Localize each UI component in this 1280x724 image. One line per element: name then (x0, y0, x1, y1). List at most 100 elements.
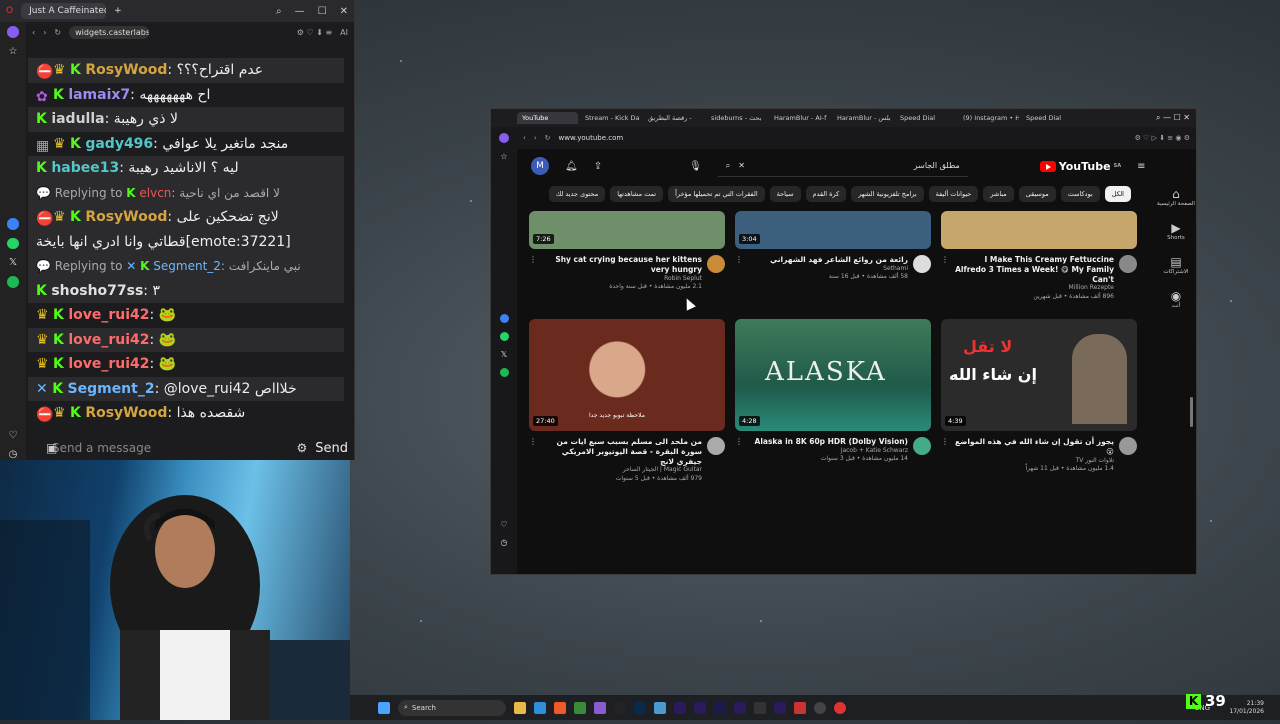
more-options-icon[interactable]: ⋮ (941, 437, 949, 473)
clock[interactable]: 21:39 17/01/2026 (1229, 700, 1264, 714)
video-card[interactable]: ALASKA 4:28 Alaska in 8K 60p HDR (Dolby … (735, 319, 931, 483)
messenger-icon[interactable] (7, 218, 19, 230)
forward-icon[interactable]: › (43, 28, 46, 37)
video-thumbnail[interactable] (941, 211, 1137, 249)
heart-icon[interactable]: ♡ (500, 520, 507, 529)
video-thumbnail[interactable]: ملاحظة تبوبو جديد جدا 27:40 (529, 319, 725, 432)
channel-avatar[interactable] (1119, 437, 1137, 456)
settings-icon[interactable]: ⚙ (296, 441, 307, 455)
chip[interactable]: برامج تلفزيونية الشهر (851, 186, 924, 202)
channel-name[interactable]: Sethami (748, 265, 908, 273)
tab[interactable]: Speed Dial (1021, 112, 1082, 124)
x-icon[interactable]: 𝕏 (501, 350, 507, 359)
opera-icon[interactable] (794, 701, 806, 714)
video-card[interactable]: 7:26 Shy cat crying because her kittens … (529, 211, 725, 301)
whatsapp-icon[interactable] (499, 332, 509, 341)
chip[interactable]: حيوانات أليفة (928, 186, 979, 202)
forward-icon[interactable]: › (534, 134, 537, 142)
star-icon[interactable]: ☆ (500, 152, 507, 161)
ai-button[interactable]: AI (340, 28, 348, 37)
tab-youtube[interactable]: YouTube (517, 112, 578, 124)
more-options-icon[interactable]: ⋮ (529, 255, 537, 291)
chip[interactable]: بودكاست (1060, 186, 1100, 202)
voice-search-icon[interactable]: 🎙︎ (689, 161, 702, 172)
tab[interactable]: HaramBlur - بلس (832, 112, 893, 124)
chat-input[interactable]: Send a message (30, 441, 288, 455)
tab[interactable]: sideburns - بحث (706, 112, 767, 124)
history-icon[interactable]: ◷ (501, 538, 508, 547)
chip[interactable]: مباشر (983, 186, 1014, 202)
channel-name[interactable]: تلاوات النور TV (954, 457, 1114, 465)
chip[interactable]: تمت مشاهدتها (610, 186, 664, 202)
video-thumbnail[interactable]: 3:04 (735, 211, 931, 249)
history-icon[interactable]: ◷ (9, 449, 18, 460)
video-title[interactable]: يجوز أن تقول إن شاء الله في هذه المواضع … (954, 437, 1114, 457)
star-icon[interactable]: ☆ (9, 46, 18, 57)
scrollbar[interactable] (1190, 397, 1193, 427)
chip[interactable]: كرة القدم (805, 186, 847, 202)
video-title[interactable]: Shy cat crying because her kittens very … (542, 255, 702, 275)
obs-icon[interactable] (814, 701, 826, 714)
chip[interactable]: موسيقى (1018, 186, 1056, 202)
channel-avatar[interactable] (707, 437, 725, 456)
app-icon[interactable] (834, 701, 846, 714)
aria-icon[interactable] (7, 26, 19, 38)
media-encoder-icon[interactable] (714, 701, 726, 714)
video-title[interactable]: Alaska in 8K 60p HDR (Dolby Vision) (748, 437, 908, 447)
chip[interactable]: محتوى جديد لك (548, 186, 606, 202)
brave-icon[interactable] (554, 701, 566, 714)
tab[interactable]: (9) Instagram • H (958, 112, 1019, 124)
video-card[interactable]: لا تقل إن شاء الله 4:39 يجوز أن تقول إن … (941, 319, 1137, 483)
youtube-logo[interactable]: YouTube SA (1039, 160, 1121, 173)
messenger-icon[interactable] (499, 314, 509, 323)
channel-avatar[interactable] (1119, 255, 1137, 273)
video-thumbnail[interactable]: ALASKA 4:28 (735, 319, 931, 432)
video-card[interactable]: I Make This Creamy Fettuccine Alfredo 3 … (941, 211, 1137, 301)
twitch-icon[interactable]: ▣ (46, 441, 57, 455)
minimize-icon[interactable]: — (295, 6, 305, 17)
video-title[interactable]: I Make This Creamy Fettuccine Alfredo 3 … (954, 255, 1114, 284)
more-options-icon[interactable]: ⋮ (735, 437, 743, 464)
reload-icon[interactable]: ↻ (545, 134, 551, 142)
browser-url[interactable]: www.youtube.com (559, 134, 624, 142)
menu-icon[interactable]: ≡ (1137, 161, 1145, 172)
extensions-icon[interactable]: ⚙ ♡ ⬇ ≡ (297, 28, 332, 37)
account-avatar[interactable]: M (531, 157, 549, 175)
after-effects-icon[interactable] (734, 701, 746, 714)
video-title[interactable]: رائعة من روائع الشاعر فهد الشهراني (748, 255, 908, 265)
channel-avatar[interactable] (913, 437, 931, 456)
chip[interactable]: الفقرات التي تم تحميلها مؤخراً (668, 186, 765, 202)
tab[interactable]: HaramBlur - AI-f (769, 112, 830, 124)
create-icon[interactable]: ⇪ (594, 161, 602, 172)
app-icon[interactable] (614, 701, 626, 714)
after-effects-icon[interactable] (674, 701, 686, 714)
clear-search-icon[interactable]: ✕ (738, 161, 745, 170)
search-input[interactable]: مطلق الجاسر (914, 161, 960, 170)
search-icon[interactable]: ⌕ (276, 6, 282, 17)
premiere-icon[interactable] (774, 701, 786, 714)
back-icon[interactable]: ‹ (32, 28, 35, 37)
channel-name[interactable]: Million Rezepte (954, 284, 1114, 292)
app-icon[interactable] (754, 701, 766, 714)
whatsapp-icon[interactable] (7, 237, 19, 250)
taskbar-search[interactable]: ⌕ Search (398, 699, 506, 716)
file-explorer-icon[interactable] (514, 701, 526, 714)
spotify-icon[interactable] (7, 276, 19, 288)
back-icon[interactable]: ‹ (523, 134, 526, 142)
tab[interactable]: رقصة البطريق - (643, 112, 704, 124)
windows-start-icon[interactable] (378, 701, 390, 714)
heart-icon[interactable]: ♡ (9, 430, 18, 441)
shorts-nav[interactable]: ▶ Shorts (1167, 221, 1185, 241)
video-thumbnail[interactable]: لا تقل إن شاء الله 4:39 (941, 319, 1137, 432)
channel-name[interactable]: Magic Guitar | الجيتار الساحر (542, 466, 702, 474)
more-options-icon[interactable]: ⋮ (941, 255, 949, 301)
after-effects-icon[interactable] (694, 701, 706, 714)
close-icon[interactable]: ✕ (340, 6, 348, 17)
photoshop-icon[interactable] (634, 701, 646, 714)
chip[interactable]: الكل (1104, 186, 1131, 202)
home-nav[interactable]: ⌂ الصفحة الرئيسية (1157, 187, 1195, 207)
spotify-icon[interactable] (499, 368, 509, 377)
subscriptions-nav[interactable]: ▤ الاشتراكات (1164, 255, 1189, 275)
video-card[interactable]: 3:04 رائعة من روائع الشاعر فهد الشهراني … (735, 211, 931, 301)
app-icon[interactable] (574, 701, 586, 714)
